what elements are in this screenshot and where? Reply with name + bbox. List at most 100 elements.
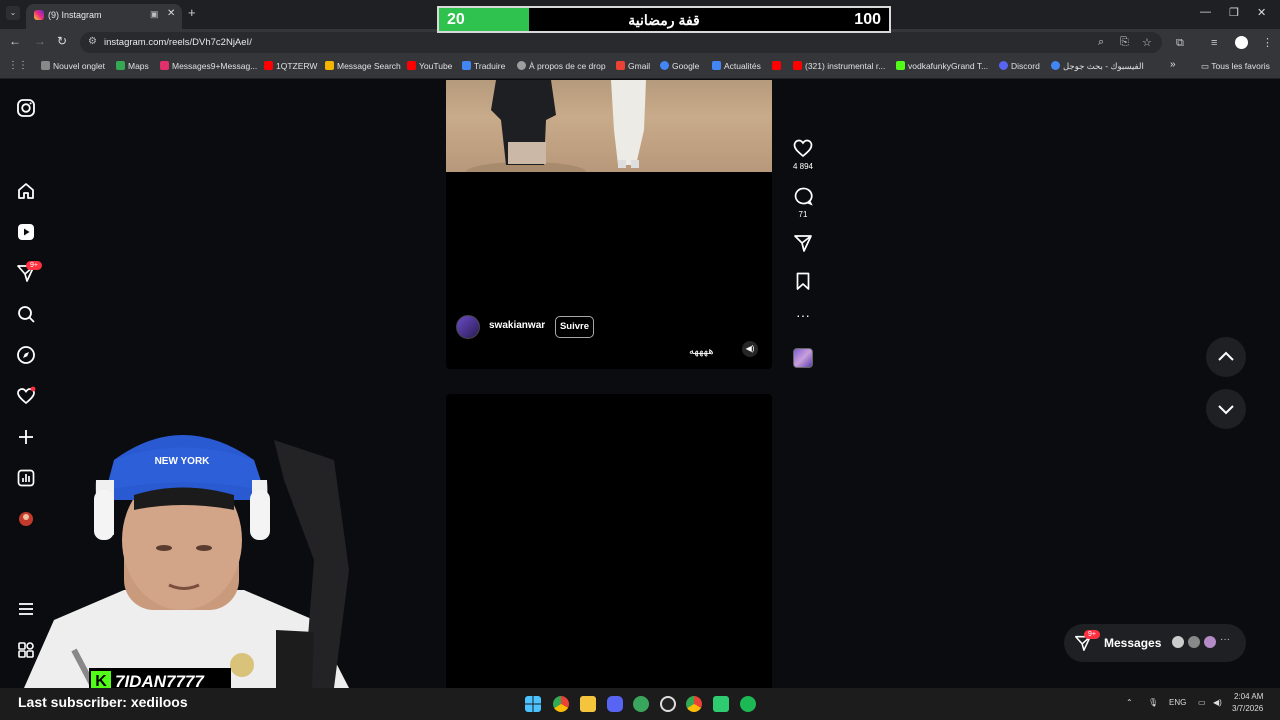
new-tab-button[interactable]: +: [188, 5, 196, 20]
obs-icon[interactable]: [660, 696, 676, 712]
file-explorer-icon[interactable]: [580, 696, 596, 712]
tab-audio-icon[interactable]: ▣: [150, 9, 159, 20]
bookmarks-bar: ⋮⋮ Nouvel onglet Maps Messages9+Messag..…: [0, 55, 1280, 79]
back-icon[interactable]: ←: [9, 34, 21, 48]
tray-overflow-icon[interactable]: ⌃: [1126, 698, 1133, 707]
bookmark-item[interactable]: Discord: [999, 61, 1040, 71]
chrome-icon[interactable]: [553, 696, 569, 712]
bookmark-item[interactable]: (321) instrumental r...: [793, 61, 885, 71]
more-options-icon[interactable]: ···: [792, 308, 814, 322]
reload-icon[interactable]: ↻: [57, 34, 67, 48]
discord-icon[interactable]: [607, 696, 623, 712]
bookmarks-overflow-icon[interactable]: »: [1170, 59, 1176, 70]
reels-icon[interactable]: [16, 222, 36, 242]
cap-text: NEW YORK: [155, 456, 211, 467]
apps-grid-icon[interactable]: ⋮⋮: [8, 60, 28, 71]
windows-start-icon[interactable]: [525, 696, 541, 712]
clock-date[interactable]: 3/7/2026: [1232, 704, 1263, 713]
goal-label: قفة رمضانية: [628, 12, 700, 28]
network-icon[interactable]: ▭: [1198, 698, 1206, 707]
previous-reel-button[interactable]: [1206, 337, 1246, 377]
next-reel-button[interactable]: [1206, 389, 1246, 429]
bookmark-item[interactable]: Maps: [116, 61, 149, 71]
menu-icon[interactable]: ⋮: [1262, 36, 1273, 49]
instagram-logo-icon[interactable]: [16, 98, 36, 118]
bookmark-item[interactable]: YouTube: [407, 61, 452, 71]
zoom-icon[interactable]: ⌕: [1098, 36, 1104, 49]
audio-thumbnail[interactable]: [793, 348, 813, 368]
browser-tab[interactable]: (9) Instagram ▣ ✕: [26, 4, 182, 29]
messages-badge: 9+: [26, 261, 42, 270]
like-count: 4 894: [792, 162, 814, 171]
explore-icon[interactable]: [16, 345, 36, 365]
clock-time[interactable]: 2:04 AM: [1234, 692, 1263, 701]
like-heart-icon[interactable]: [792, 138, 814, 158]
taskbar: ⌃ 🎙 ENG ▭ ◀) 2:04 AM 3/7/2026: [520, 688, 1280, 720]
reel-caption: ههههه: [689, 346, 714, 357]
messages-pill[interactable]: 9+ Messages ···: [1064, 624, 1246, 662]
tab-search-button[interactable]: ⌄: [6, 6, 20, 20]
chevron-up-icon: [1218, 351, 1234, 361]
folder-icon: ▭: [1201, 61, 1212, 71]
bookmark-item[interactable]: Message Search: [325, 61, 401, 71]
tab-title: (9) Instagram: [48, 10, 102, 20]
next-reel-player[interactable]: [446, 394, 772, 694]
url-text: instagram.com/reels/DVh7c2NjAeI/: [104, 37, 252, 48]
spotify-icon[interactable]: [740, 696, 756, 712]
restore-icon[interactable]: ❐: [1229, 6, 1239, 19]
close-icon[interactable]: ✕: [167, 8, 175, 19]
bookmark-star-icon[interactable]: ☆: [1142, 36, 1152, 49]
bookmark-item[interactable]: Traduire: [462, 61, 505, 71]
avatar: [1202, 634, 1218, 650]
search-icon[interactable]: [16, 304, 36, 324]
author-username[interactable]: swakianwar: [489, 320, 545, 331]
goal-progress-bar: 20 قفة رمضانية 100: [437, 6, 891, 33]
language-indicator[interactable]: ENG: [1169, 698, 1186, 707]
forward-icon[interactable]: →: [34, 34, 46, 48]
volume-tray-icon[interactable]: ◀): [1213, 698, 1222, 707]
microphone-icon[interactable]: 🎙: [1148, 698, 1158, 707]
instagram-icon: [34, 10, 44, 20]
subscriber-bar: Last subscriber: xediloos: [0, 688, 520, 720]
bookmark-item[interactable]: Gmail: [616, 61, 650, 71]
author-avatar[interactable]: [456, 315, 480, 339]
share-icon[interactable]: [792, 233, 814, 253]
install-icon[interactable]: ⎘: [1120, 36, 1129, 49]
notifications-heart-icon[interactable]: [16, 386, 36, 406]
chrome-active-icon[interactable]: [686, 696, 702, 712]
bookmark-item[interactable]: Nouvel onglet: [41, 61, 105, 71]
save-bookmark-icon[interactable]: [792, 271, 814, 291]
comment-count: 71: [798, 210, 808, 219]
more-avatars-icon: ···: [1220, 634, 1230, 645]
bookmark-item[interactable]: vodkafunkyGrand T...: [896, 61, 988, 71]
bookmark-item[interactable]: الفيسبوك - بحث جوجل: [1051, 61, 1144, 72]
messages-pill-badge: 9+: [1084, 630, 1100, 639]
app-icon[interactable]: [633, 696, 649, 712]
goal-max: 100: [854, 11, 881, 28]
app-green-icon[interactable]: [713, 696, 729, 712]
webcam-streamer-image: NEW YORK: [24, 435, 349, 688]
reel-video-player[interactable]: swakianwar ههههه ◀): [446, 80, 772, 369]
window-close-icon[interactable]: ✕: [1257, 6, 1266, 19]
comment-icon[interactable]: [792, 186, 814, 206]
extensions-icon[interactable]: ⧉: [1176, 37, 1184, 50]
address-bar[interactable]: ⚙ instagram.com/reels/DVh7c2NjAeI/ ⌕ ⎘ ☆: [80, 32, 1162, 53]
bookmark-item[interactable]: Actualités: [712, 61, 761, 71]
reading-list-icon[interactable]: ≡: [1211, 37, 1217, 49]
minimize-icon[interactable]: —: [1200, 6, 1211, 18]
follow-button[interactable]: Suivre: [555, 316, 594, 338]
all-bookmarks-folder[interactable]: ▭ Tous les favoris: [1201, 61, 1270, 72]
bookmark-item[interactable]: À propos de ce drop: [517, 61, 606, 71]
home-icon[interactable]: [16, 181, 36, 201]
volume-icon[interactable]: ◀): [742, 341, 758, 357]
bookmark-item[interactable]: [772, 61, 784, 71]
bookmark-item[interactable]: Messages9+Messag...: [160, 61, 257, 71]
avatar: [1170, 634, 1186, 650]
bookmark-item[interactable]: Google: [660, 61, 699, 71]
messages-label: Messages: [1104, 636, 1162, 650]
site-info-icon[interactable]: ⚙: [88, 36, 97, 47]
profile-avatar[interactable]: [1235, 36, 1248, 49]
last-subscriber-text: Last subscriber: xediloos: [18, 694, 188, 710]
reel-video-frame: [446, 80, 772, 182]
bookmark-item[interactable]: 1QTZERW: [264, 61, 317, 71]
